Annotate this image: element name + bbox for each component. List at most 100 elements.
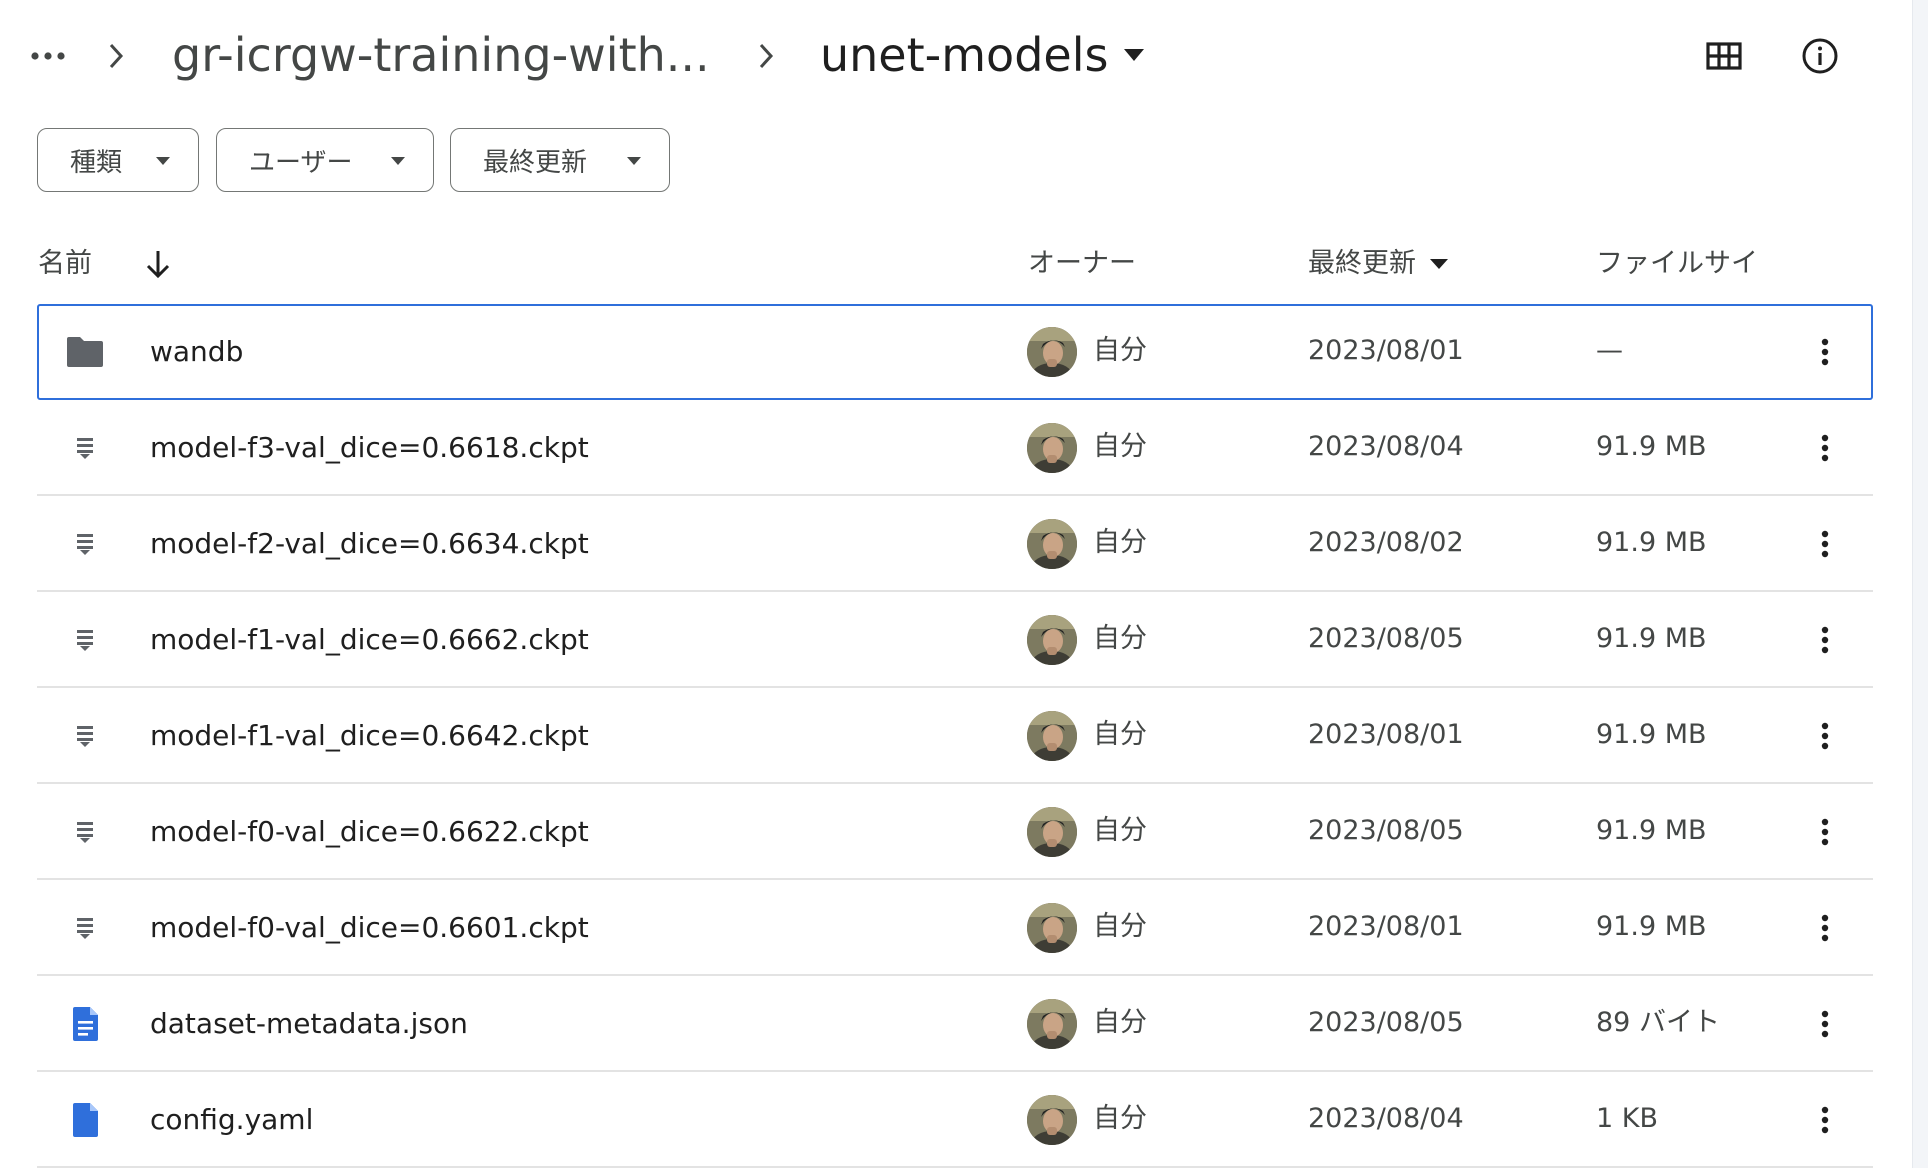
- folder-icon: [65, 332, 105, 372]
- column-header-modified[interactable]: 最終更新: [1308, 244, 1448, 284]
- info-icon[interactable]: [1794, 32, 1846, 80]
- owner-label: 自分: [1093, 911, 1147, 942]
- file-size: 91.9 MB: [1596, 911, 1707, 942]
- file-size: 91.9 MB: [1596, 623, 1707, 654]
- owner-label: 自分: [1093, 335, 1147, 366]
- file-size: 89 バイト: [1596, 1007, 1720, 1038]
- owner-avatar: [1027, 423, 1077, 473]
- owner-label: 自分: [1093, 1007, 1147, 1038]
- caret-down-icon: [627, 157, 641, 165]
- filter-type-chip[interactable]: 種類: [37, 128, 199, 192]
- more-vert-icon[interactable]: [1801, 904, 1849, 952]
- owner-avatar: [1027, 519, 1077, 569]
- column-header-name[interactable]: 名前: [38, 244, 172, 284]
- breadcrumb-current-folder[interactable]: unet-models: [820, 22, 1145, 88]
- owner-label: 自分: [1093, 623, 1147, 654]
- caret-down-icon: [1430, 259, 1448, 269]
- more-vert-icon[interactable]: [1801, 520, 1849, 568]
- file-name: wandb: [150, 335, 244, 368]
- file-size: —: [1596, 335, 1623, 366]
- file-name: dataset-metadata.json: [150, 1007, 468, 1040]
- file-size: 1 KB: [1596, 1103, 1658, 1134]
- grid-view-icon[interactable]: [1698, 32, 1750, 80]
- more-horiz-icon[interactable]: [28, 38, 68, 74]
- file-row[interactable]: model-f2-val_dice=0.6634.ckpt 自分 2023/08/0…: [37, 496, 1873, 592]
- filter-modified-chip[interactable]: 最終更新: [450, 128, 670, 192]
- modified-date: 2023/08/04: [1308, 431, 1464, 462]
- more-vert-icon[interactable]: [1801, 616, 1849, 664]
- breadcrumb-current-label: unet-models: [820, 28, 1109, 82]
- more-vert-icon[interactable]: [1801, 808, 1849, 856]
- file-size: 91.9 MB: [1596, 527, 1707, 558]
- binary-file-icon: [65, 620, 105, 660]
- file-size: 91.9 MB: [1596, 815, 1707, 846]
- file-name: model-f0-val_dice=0.6601.ckpt: [150, 911, 589, 944]
- binary-file-icon: [65, 428, 105, 468]
- column-name-label: 名前: [38, 248, 92, 279]
- owner-avatar: [1027, 903, 1077, 953]
- file-name: config.yaml: [150, 1103, 314, 1136]
- file-row[interactable]: model-f0-val_dice=0.6622.ckpt 自分 2023/08/0…: [37, 784, 1873, 880]
- modified-date: 2023/08/04: [1308, 1103, 1464, 1134]
- file-icon: [65, 1100, 105, 1140]
- filter-type-label: 種類: [70, 147, 123, 178]
- file-row[interactable]: model-f1-val_dice=0.6642.ckpt 自分 2023/08/0…: [37, 688, 1873, 784]
- modified-date: 2023/08/02: [1308, 527, 1464, 558]
- owner-label: 自分: [1093, 815, 1147, 846]
- breadcrumb-parent[interactable]: gr-icrgw-training-with...: [172, 22, 710, 88]
- filter-modified-label: 最終更新: [483, 147, 588, 178]
- owner-avatar: [1027, 807, 1077, 857]
- file-size: 91.9 MB: [1596, 431, 1707, 462]
- more-vert-icon[interactable]: [1801, 424, 1849, 472]
- filter-user-chip[interactable]: ユーザー: [216, 128, 434, 192]
- file-row[interactable]: model-f3-val_dice=0.6618.ckpt 自分 2023/08/0…: [37, 400, 1873, 496]
- more-vert-icon[interactable]: [1801, 1000, 1849, 1048]
- column-header-owner: オーナー: [1028, 248, 1136, 279]
- file-row[interactable]: model-f1-val_dice=0.6662.ckpt 自分 2023/08/0…: [37, 592, 1873, 688]
- file-name: model-f3-val_dice=0.6618.ckpt: [150, 431, 589, 464]
- filter-user-label: ユーザー: [249, 147, 353, 178]
- modified-date: 2023/08/01: [1308, 719, 1464, 750]
- column-header-size: ファイルサイ: [1596, 248, 1758, 279]
- owner-avatar: [1027, 327, 1077, 377]
- owner-avatar: [1027, 711, 1077, 761]
- caret-down-icon: [156, 157, 170, 165]
- modified-date: 2023/08/01: [1308, 335, 1464, 366]
- file-name: model-f1-val_dice=0.6642.ckpt: [150, 719, 589, 752]
- binary-file-icon: [65, 908, 105, 948]
- modified-date: 2023/08/05: [1308, 1007, 1464, 1038]
- owner-avatar: [1027, 999, 1077, 1049]
- owner-label: 自分: [1093, 719, 1147, 750]
- binary-file-icon: [65, 812, 105, 852]
- binary-file-icon: [65, 524, 105, 564]
- owner-label: 自分: [1093, 1103, 1147, 1134]
- sort-arrow-down-icon[interactable]: [144, 248, 172, 280]
- owner-label: 自分: [1093, 527, 1147, 558]
- chevron-right-icon: [106, 36, 126, 76]
- file-name: model-f1-val_dice=0.6662.ckpt: [150, 623, 589, 656]
- more-vert-icon[interactable]: [1801, 712, 1849, 760]
- owner-avatar: [1027, 615, 1077, 665]
- chevron-right-icon: [756, 36, 776, 76]
- caret-down-icon: [391, 157, 405, 165]
- caret-down-icon: [1124, 49, 1145, 61]
- file-list: wandb 自分 2023/08/01 — model-f3-val_dice=0.66…: [37, 304, 1873, 1168]
- file-name: model-f0-val_dice=0.6622.ckpt: [150, 815, 589, 848]
- document-icon: [65, 1004, 105, 1044]
- file-row[interactable]: model-f0-val_dice=0.6601.ckpt 自分 2023/08/0…: [37, 880, 1873, 976]
- owner-label: 自分: [1093, 431, 1147, 462]
- more-vert-icon[interactable]: [1801, 1096, 1849, 1144]
- modified-date: 2023/08/05: [1308, 815, 1464, 846]
- window-edge: [1912, 0, 1928, 1168]
- file-size: 91.9 MB: [1596, 719, 1707, 750]
- modified-date: 2023/08/05: [1308, 623, 1464, 654]
- file-row[interactable]: config.yaml 自分 2023/08/04 1 KB: [37, 1072, 1873, 1168]
- header: gr-icrgw-training-with... unet-models: [0, 0, 1900, 112]
- modified-date: 2023/08/01: [1308, 911, 1464, 942]
- owner-avatar: [1027, 1095, 1077, 1145]
- file-name: model-f2-val_dice=0.6634.ckpt: [150, 527, 589, 560]
- file-row[interactable]: dataset-metadata.json 自分 2023/08/05 89 バイト: [37, 976, 1873, 1072]
- file-row[interactable]: wandb 自分 2023/08/01 —: [37, 304, 1873, 400]
- more-vert-icon[interactable]: [1801, 328, 1849, 376]
- binary-file-icon: [65, 716, 105, 756]
